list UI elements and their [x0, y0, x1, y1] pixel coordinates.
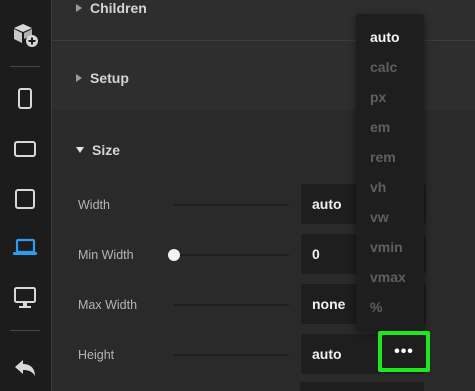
add-component-button[interactable] — [5, 16, 45, 52]
unit-option-vmax[interactable]: vmax — [370, 269, 406, 285]
unit-option-vw[interactable]: vw — [370, 209, 389, 225]
device-desktop-button[interactable] — [5, 280, 45, 316]
mobile-icon — [18, 88, 32, 109]
unit-option-px[interactable]: px — [370, 89, 386, 105]
undo-icon — [15, 360, 35, 376]
height-slider[interactable] — [174, 354, 289, 356]
desktop-icon — [14, 287, 36, 308]
section-size-title: Size — [92, 142, 121, 158]
tablet-landscape-icon — [14, 141, 36, 157]
device-tablet-landscape-button[interactable] — [5, 131, 45, 167]
section-children-title: Children — [90, 0, 147, 16]
width-label: Width — [78, 198, 110, 212]
min-width-label: Min Width — [78, 248, 134, 262]
device-tablet-portrait-button[interactable] — [5, 181, 45, 217]
height-unit-more-button[interactable]: ••• — [378, 331, 430, 372]
add-component-icon — [14, 24, 38, 47]
unit-option-vmin[interactable]: vmin — [370, 239, 403, 255]
toolbar-separator — [10, 330, 40, 331]
section-setup-title: Setup — [90, 70, 129, 86]
expand-triangle-icon — [76, 4, 82, 12]
tablet-portrait-icon — [15, 189, 35, 209]
device-mobile-button[interactable] — [5, 81, 45, 117]
unit-option-percent[interactable]: % — [370, 299, 382, 315]
collapse-triangle-icon — [76, 147, 84, 153]
min-width-slider[interactable] — [174, 254, 289, 256]
device-toolbar — [0, 0, 51, 391]
device-laptop-button[interactable] — [5, 229, 45, 265]
next-value-input[interactable] — [300, 382, 424, 391]
height-label: Height — [78, 348, 115, 362]
toolbar-separator — [10, 66, 40, 67]
unit-option-em[interactable]: em — [370, 119, 390, 135]
unit-option-rem[interactable]: rem — [370, 149, 396, 165]
min-width-slider-thumb[interactable] — [168, 249, 180, 261]
undo-button[interactable] — [5, 350, 45, 386]
section-setup-header[interactable]: Setup — [76, 70, 129, 86]
unit-dropdown-menu: auto calc px em rem vh vw vmin vmax % — [356, 14, 424, 330]
width-slider[interactable] — [174, 204, 289, 206]
section-size-header[interactable]: Size — [76, 142, 120, 158]
max-width-slider[interactable] — [174, 304, 289, 306]
expand-triangle-icon — [76, 74, 82, 82]
max-width-label: Max Width — [78, 298, 138, 312]
unit-option-calc[interactable]: calc — [370, 59, 397, 75]
unit-option-auto[interactable]: auto — [370, 29, 400, 45]
unit-option-vh[interactable]: vh — [370, 179, 386, 195]
section-children-header[interactable]: Children — [76, 0, 147, 16]
laptop-icon — [13, 238, 37, 255]
